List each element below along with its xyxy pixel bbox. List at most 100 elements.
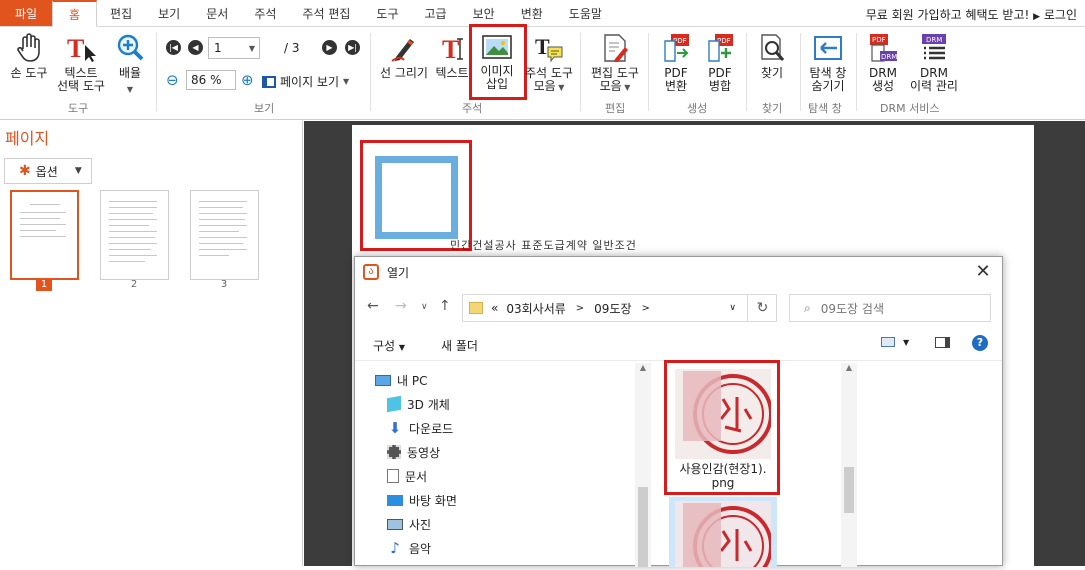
tree-item-desktop[interactable]: 바탕 화면 xyxy=(387,490,457,510)
back-arrow-icon[interactable]: ← xyxy=(367,298,379,314)
page-number-value: 1 xyxy=(214,41,222,55)
thumb-line xyxy=(109,255,157,256)
scroll-up-icon[interactable]: ▲ xyxy=(635,363,651,372)
menu-tab-convert[interactable]: 변환 xyxy=(508,0,556,26)
address-bar[interactable]: « 03회사서류 > 09도장 > ∨ xyxy=(462,294,777,322)
group-label-find: 찾기 xyxy=(762,102,783,115)
text-select-label-2: 선택 도구 xyxy=(57,79,105,93)
refresh-icon[interactable]: ↻ xyxy=(747,294,777,322)
last-page-icon[interactable]: ▶| xyxy=(345,40,360,55)
next-page-icon[interactable]: ▶ xyxy=(322,40,337,55)
menu-tab-tools[interactable]: 도구 xyxy=(363,0,411,26)
menu-tab-home[interactable]: 홈 xyxy=(52,0,98,27)
page-number: 1 xyxy=(36,279,52,291)
up-arrow-icon[interactable]: ↑ xyxy=(439,298,451,314)
drm-create-button[interactable]: PDF DRM DRM 생성 xyxy=(862,33,904,93)
menu-tab-security[interactable]: 보안 xyxy=(460,0,508,26)
tree-item-music[interactable]: ♪ 음악 xyxy=(387,538,431,558)
search-input[interactable]: ⌕ 09도장 검색 xyxy=(789,294,991,322)
zoom-out-icon[interactable]: ⊖ xyxy=(166,71,179,89)
picture-icon xyxy=(387,518,403,530)
thumb-line xyxy=(30,204,60,205)
drm-history-button[interactable]: DRM DRM 이력 관리 xyxy=(906,33,962,93)
thumb-line xyxy=(109,201,157,202)
promo-text[interactable]: 무료 회원 가입하고 혜택도 받고! xyxy=(866,8,1030,22)
thumb-line xyxy=(109,213,153,214)
drm-create-label-2: 생성 xyxy=(871,79,895,93)
text-tool-button[interactable]: T 텍스트 xyxy=(434,33,470,80)
text-select-tool-button[interactable]: T 텍스트 선택 도구 xyxy=(52,33,110,93)
thumb-line xyxy=(109,231,157,232)
tree-item-my-pc[interactable]: 내 PC xyxy=(375,370,427,390)
menu-tab-comment-edit[interactable]: 주석 편집 xyxy=(289,0,363,26)
ribbon: 손 도구 T 텍스트 선택 도구 배율 ▼ 도구 |◀ ◀ 1 ▼ / 3 ▶ … xyxy=(0,24,1085,120)
tree-item-3d-objects[interactable]: 3D 개체 xyxy=(387,394,450,414)
scroll-thumb[interactable] xyxy=(638,487,648,567)
tree-item-label: 문서 xyxy=(405,469,428,484)
scroll-thumb[interactable] xyxy=(844,467,854,513)
new-folder-button[interactable]: 새 폴더 xyxy=(441,337,478,354)
breadcrumb-more[interactable]: « xyxy=(491,301,498,315)
edit-document-icon xyxy=(604,34,628,62)
highlight-file-item xyxy=(664,360,780,495)
help-icon[interactable]: ? xyxy=(972,335,988,351)
pdf-merge-button[interactable]: PDF PDF 병합 xyxy=(700,33,740,93)
menu-tab-document[interactable]: 문서 xyxy=(193,0,241,26)
menu-tab-help[interactable]: 도움말 xyxy=(556,0,615,26)
play-icon: ▶ xyxy=(1033,12,1041,22)
tree-item-videos[interactable]: 동영상 xyxy=(387,442,440,462)
first-page-icon[interactable]: |◀ xyxy=(166,40,181,55)
hide-nav-pane-button[interactable]: 탐색 창 숨기기 xyxy=(804,33,852,93)
view-options-icon[interactable]: ▼ xyxy=(881,337,909,347)
breadcrumb-item[interactable]: 03회사서류 xyxy=(506,300,565,317)
search-placeholder: 09도장 검색 xyxy=(820,301,884,316)
edit-tools-button[interactable]: 편집 도구 모음 ▼ xyxy=(586,33,644,94)
tree-item-pictures[interactable]: 사진 xyxy=(387,514,431,534)
tree-item-label: 사진 xyxy=(409,517,432,532)
text-tool-label: 텍스트 xyxy=(435,66,469,80)
options-button[interactable]: ✱ 옵션 ▼ xyxy=(4,158,92,184)
prev-page-icon[interactable]: ◀ xyxy=(188,40,203,55)
preview-pane-icon[interactable] xyxy=(935,337,950,351)
open-file-dialog: ა 열기 ✕ ← → ∨ ↑ « 03회사서류 > 09도장 > ∨ ↻ ⌕ 0… xyxy=(354,256,1003,570)
menu-tab-view[interactable]: 보기 xyxy=(145,0,193,26)
menu-file[interactable]: 파일 xyxy=(0,0,52,26)
find-button[interactable]: 찾기 xyxy=(752,33,792,80)
comment-icon: T xyxy=(535,34,563,63)
group-label-nav: 탐색 창 xyxy=(808,102,842,115)
hand-tool-button[interactable]: 손 도구 xyxy=(6,33,52,80)
menu-tab-advanced[interactable]: 고급 xyxy=(412,0,460,26)
forward-arrow-icon[interactable]: → xyxy=(395,298,407,314)
pdf-convert-button[interactable]: PDF PDF 변환 xyxy=(656,33,696,93)
page-number-input[interactable]: 1 ▼ xyxy=(208,37,260,59)
thumb-line xyxy=(109,207,157,208)
files-scrollbar[interactable]: ▲ xyxy=(841,363,857,567)
file-item[interactable] xyxy=(669,497,777,570)
page-view-button[interactable]: 페이지 보기 ▼ xyxy=(262,73,349,90)
address-dropdown-icon[interactable]: ∨ xyxy=(729,303,736,313)
thumb-line xyxy=(199,255,229,256)
pdf-convert-icon: PDF xyxy=(664,34,689,62)
scroll-up-icon[interactable]: ▲ xyxy=(841,363,857,372)
comment-tools-button[interactable]: T 주석 도구 모음 ▼ xyxy=(520,33,578,94)
page-thumbnail[interactable] xyxy=(100,190,169,280)
page-thumbnail[interactable] xyxy=(10,190,79,280)
login-link[interactable]: 로그인 xyxy=(1044,8,1077,22)
tree-item-documents[interactable]: 문서 xyxy=(387,466,427,486)
tree-item-downloads[interactable]: ⬇ 다운로드 xyxy=(387,418,453,438)
breadcrumb-item[interactable]: 09도장 xyxy=(594,300,631,317)
zoom-in-small-icon[interactable]: ⊕ xyxy=(241,71,254,89)
recent-dropdown-icon[interactable]: ∨ xyxy=(421,302,428,312)
close-icon[interactable]: ✕ xyxy=(972,261,994,282)
page-thumbnail[interactable] xyxy=(190,190,259,280)
draw-line-button[interactable]: 선 그리기 xyxy=(376,33,432,80)
menu-tab-edit[interactable]: 편집 xyxy=(97,0,145,26)
document-icon xyxy=(387,469,399,483)
zoom-percent-input[interactable]: 86 % xyxy=(186,70,236,90)
organize-button[interactable]: 구성 ▼ xyxy=(373,337,405,354)
menu-tab-comment[interactable]: 주석 xyxy=(241,0,289,26)
thumb-line xyxy=(20,218,60,219)
zoom-button[interactable]: 배율 ▼ xyxy=(112,33,148,96)
thumb-line xyxy=(199,237,247,238)
tree-scrollbar[interactable]: ▲ xyxy=(635,363,651,567)
